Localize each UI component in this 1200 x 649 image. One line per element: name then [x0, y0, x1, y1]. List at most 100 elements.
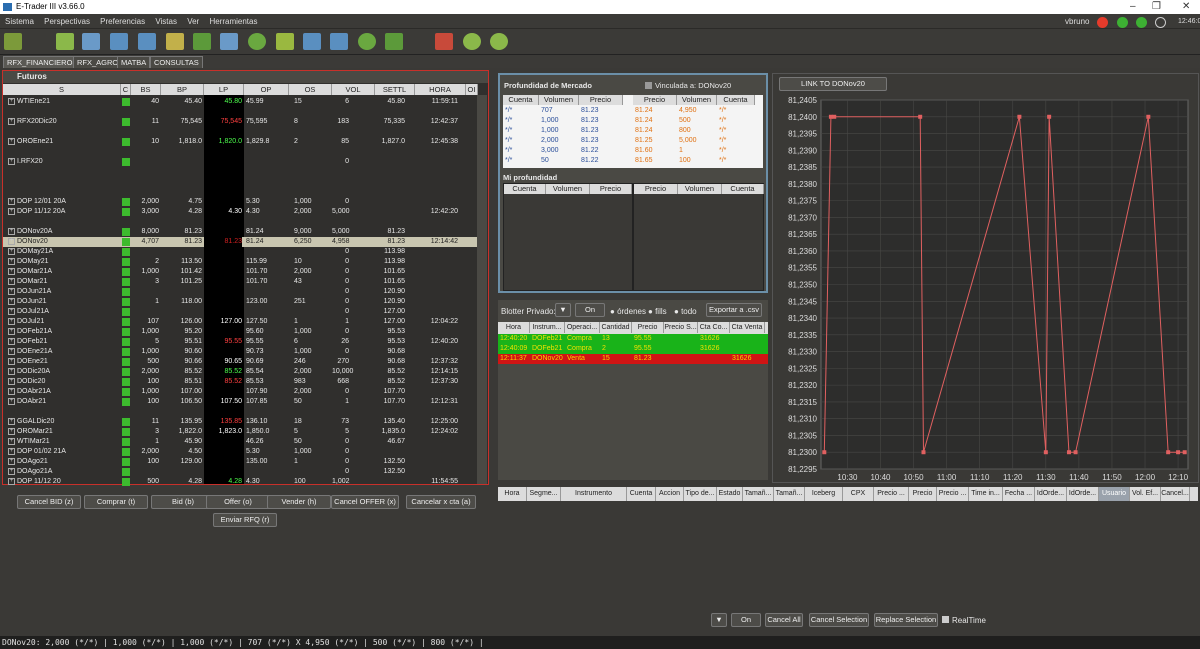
- futuros-row[interactable]: + DODic20A 2,000 85.52 85.52 85.54 2,000 10,000…: [3, 367, 478, 377]
- expand-icon[interactable]: +: [8, 258, 15, 265]
- cancel-offer-button[interactable]: Cancel OFFER (x): [331, 495, 399, 509]
- blotter-col[interactable]: Instrum...: [530, 322, 565, 333]
- blotter-row[interactable]: 12:40:20 DOFeb21 Compra 13 95.55 31626: [498, 334, 768, 344]
- orders-col[interactable]: Segme...: [527, 487, 561, 501]
- futuros-row[interactable]: + DOMar21A 1,000 101.42 101.70 2,000 0 101.65: [3, 267, 478, 277]
- futuros-row[interactable]: + WTIMar21 1 45.90 46.26 50 0 46.67: [3, 437, 478, 447]
- link-to-button[interactable]: LINK TO DONov20: [779, 77, 887, 91]
- grid-icon[interactable]: [56, 33, 74, 50]
- my-col-precio-ask[interactable]: Precio: [634, 184, 678, 194]
- realtime-checkbox[interactable]: [942, 616, 949, 623]
- expand-icon[interactable]: +: [8, 388, 15, 395]
- close-icon[interactable]: ✕: [1182, 0, 1190, 14]
- bid-row[interactable]: */* 707 81.23: [503, 106, 623, 116]
- orders-col[interactable]: Precio ...: [874, 487, 909, 501]
- my-col-volumen-ask[interactable]: Volumen: [678, 184, 722, 194]
- my-col-precio[interactable]: Precio: [590, 184, 632, 194]
- bid-row[interactable]: */* 2,000 81.23: [503, 136, 623, 146]
- my-col-volumen[interactable]: Volumen: [546, 184, 590, 194]
- minimize-icon[interactable]: –: [1130, 0, 1136, 14]
- ask-row[interactable]: 81.24 800 */*: [633, 126, 755, 136]
- col-hora[interactable]: HORA: [415, 84, 466, 95]
- col-precio[interactable]: Precio: [579, 95, 623, 105]
- tab-rfx-financieros[interactable]: RFX_FINANCIEROS: [3, 56, 82, 68]
- futuros-row[interactable]: + DODic20 100 85.51 85.52 85.53 983 668 85.52 12:…: [3, 377, 478, 387]
- cancel-all-button[interactable]: Cancel All: [765, 613, 803, 627]
- futuros-row[interactable]: + I.RFX20 0: [3, 157, 478, 167]
- expand-icon[interactable]: +: [8, 228, 15, 235]
- blotter-col[interactable]: Precio S...: [664, 322, 698, 333]
- futuros-row[interactable]: + DOEne21A 1,000 90.60 90.73 1,000 0 90.68: [3, 347, 478, 357]
- table-icon[interactable]: [82, 33, 100, 50]
- list-icon[interactable]: [138, 33, 156, 50]
- ask-row[interactable]: 81.65 100 */*: [633, 156, 755, 166]
- expand-icon[interactable]: +: [8, 348, 15, 355]
- expand-icon[interactable]: +: [8, 198, 15, 205]
- expand-icon[interactable]: +: [8, 418, 15, 425]
- futuros-row[interactable]: + OROMar21 3 1,822.0 1,823.0 1,850.0 5 5 1,835.0…: [3, 427, 478, 437]
- expand-icon[interactable]: +: [8, 458, 15, 465]
- expand-icon[interactable]: +: [8, 138, 15, 145]
- expand-icon[interactable]: +: [8, 208, 15, 215]
- cancelar-cta-button[interactable]: Cancelar x cta (a): [406, 495, 476, 509]
- col-volumen[interactable]: Volumen: [539, 95, 579, 105]
- globe-icon[interactable]: [358, 33, 376, 50]
- filter-icon[interactable]: ▼: [555, 303, 571, 317]
- expand-icon[interactable]: +: [8, 448, 15, 455]
- futuros-row[interactable]: + DOP 11/12 20A 3,000 4.28 4.30 4.30 2,000 5,00…: [3, 207, 478, 217]
- radio-ordenes[interactable]: ● órdenes: [610, 307, 646, 316]
- help-icon[interactable]: [166, 33, 184, 50]
- futuros-scrollbar[interactable]: [477, 95, 487, 484]
- linked-checkbox[interactable]: [645, 82, 652, 89]
- orders-col[interactable]: Vol. Ef...: [1130, 487, 1161, 501]
- tab-rfx-agro[interactable]: RFX_AGRO: [73, 56, 123, 68]
- replace-selection-button[interactable]: Replace Selection: [874, 613, 938, 627]
- blotter-col[interactable]: Cantidad: [600, 322, 632, 333]
- futuros-row[interactable]: + DONov20A 8,000 81.23 81.24 9,000 5,000 81.23: [3, 227, 478, 237]
- expand-icon[interactable]: +: [8, 298, 15, 305]
- orders-col[interactable]: Precio: [909, 487, 937, 501]
- vender-button[interactable]: Vender (h): [267, 495, 331, 509]
- ask-row[interactable]: 81.24 4,950 */*: [633, 106, 755, 116]
- status-green-icon-2[interactable]: [1136, 17, 1147, 28]
- expand-icon[interactable]: +: [8, 268, 15, 275]
- menu-ver[interactable]: Ver: [187, 17, 199, 26]
- futuros-row[interactable]: + OROEne21 10 1,818.0 1,820.0 1,829.8 2 85 1,827…: [3, 137, 478, 147]
- expand-icon[interactable]: +: [8, 358, 15, 365]
- col-s[interactable]: S: [3, 84, 121, 95]
- menu-preferencias[interactable]: Preferencias: [100, 17, 145, 26]
- expand-icon[interactable]: +: [8, 118, 15, 125]
- my-col-cuenta[interactable]: Cuenta: [504, 184, 546, 194]
- maximize-icon[interactable]: ❐: [1152, 0, 1161, 14]
- ask-row[interactable]: 81.25 5,000 */*: [633, 136, 755, 146]
- bar-chart-icon[interactable]: [385, 33, 403, 50]
- futuros-row[interactable]: + DONov20 4,707 81.23 81.23 81.24 6,250 4,958 81…: [3, 237, 478, 247]
- futuros-row[interactable]: + DOMay21A 0 113.98: [3, 247, 478, 257]
- expand-icon[interactable]: +: [8, 398, 15, 405]
- expand-icon[interactable]: +: [8, 248, 15, 255]
- orders-col[interactable]: IdOrde...: [1035, 487, 1067, 501]
- futuros-row[interactable]: + DOMar21 3 101.25 101.70 43 0 101.65: [3, 277, 478, 287]
- futuros-row[interactable]: + DOAbr21 100 106.50 107.50 107.85 50 1 107.70 12…: [3, 397, 478, 407]
- tab-consultas[interactable]: CONSULTAS: [150, 56, 203, 68]
- expand-icon[interactable]: +: [8, 328, 15, 335]
- orders-filter-icon[interactable]: ▼: [711, 613, 727, 627]
- blotter-row[interactable]: 12:11:37 DONov20 Venta 15 81.23 31626: [498, 354, 768, 364]
- expand-icon[interactable]: +: [8, 308, 15, 315]
- bid-row[interactable]: */* 1,000 81.23: [503, 116, 623, 126]
- col-settl[interactable]: SETTL: [375, 84, 415, 95]
- col-bs[interactable]: BS: [131, 84, 161, 95]
- orders-col[interactable]: Accion: [656, 487, 684, 501]
- expand-icon[interactable]: +: [8, 288, 15, 295]
- bid-row[interactable]: */* 3,000 81.22: [503, 146, 623, 156]
- futuros-row[interactable]: + DOP 11/12 20 500 4.28 4.28 4.30 100 1,002 11:5…: [3, 477, 478, 487]
- menu-perspectivas[interactable]: Perspectivas: [44, 17, 90, 26]
- menu-vistas[interactable]: Vistas: [155, 17, 177, 26]
- expand-icon[interactable]: +: [8, 428, 15, 435]
- pie-icon[interactable]: [248, 33, 266, 50]
- expand-icon[interactable]: +: [8, 368, 15, 375]
- orders-col[interactable]: Iceberg: [805, 487, 843, 501]
- orders-col[interactable]: Tamañ...: [774, 487, 805, 501]
- document-icon[interactable]: [276, 33, 294, 50]
- orders-col[interactable]: Usuario: [1099, 487, 1130, 501]
